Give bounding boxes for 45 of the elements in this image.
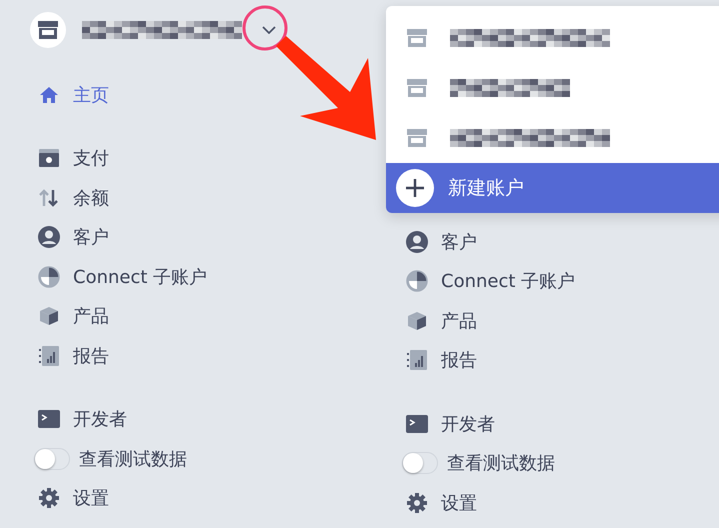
nav-item[interactable]: 支付 bbox=[38, 138, 386, 178]
toggle-row[interactable]: 查看测试数据 bbox=[406, 444, 719, 483]
account-avatar[interactable] bbox=[30, 12, 66, 48]
toggle-switch[interactable] bbox=[34, 448, 70, 470]
nav-item[interactable]: 报告 bbox=[406, 340, 719, 380]
store-icon bbox=[406, 78, 428, 98]
plus-icon bbox=[405, 178, 425, 198]
nav-item[interactable]: 开发者 bbox=[406, 404, 719, 444]
toggle-label: 查看测试数据 bbox=[447, 452, 555, 476]
nav-item[interactable]: 产品 bbox=[406, 301, 719, 340]
pie-icon bbox=[38, 266, 60, 288]
up-down-arrows-icon bbox=[39, 188, 59, 208]
toggle-label: 查看测试数据 bbox=[79, 448, 187, 471]
chevron-down-icon[interactable] bbox=[262, 26, 276, 34]
nav-item[interactable]: 客户 bbox=[406, 222, 719, 262]
settings-icon bbox=[407, 492, 427, 513]
store-icon bbox=[37, 20, 59, 40]
nav-item[interactable]: 余额 bbox=[38, 178, 386, 218]
person-icon bbox=[406, 230, 428, 253]
store-icon bbox=[406, 128, 428, 148]
settings-icon bbox=[39, 488, 59, 508]
home-icon bbox=[39, 84, 59, 105]
nav-item[interactable]: 开发者 bbox=[38, 400, 386, 439]
terminal-icon bbox=[406, 414, 428, 433]
nav-item[interactable]: 设置 bbox=[406, 483, 719, 522]
terminal-icon bbox=[38, 410, 60, 428]
toggle-row[interactable]: 查看测试数据 bbox=[38, 439, 386, 478]
toggle-switch[interactable] bbox=[402, 452, 438, 474]
nav-item[interactable]: 主页 bbox=[38, 75, 386, 114]
nav-item[interactable]: Connect 子账户 bbox=[38, 257, 386, 296]
nav-item[interactable]: 客户 bbox=[38, 218, 386, 257]
box-icon bbox=[407, 310, 427, 331]
new-account-button[interactable]: 新建账户 bbox=[386, 163, 719, 213]
store-icon bbox=[406, 28, 428, 48]
wallet-icon bbox=[39, 149, 59, 168]
pie-icon bbox=[406, 270, 428, 292]
report-icon bbox=[39, 346, 59, 366]
nav-item[interactable]: Connect 子账户 bbox=[406, 262, 719, 301]
nav-item[interactable]: 报告 bbox=[38, 336, 386, 376]
annotation-circle bbox=[241, 4, 289, 52]
person-icon bbox=[38, 226, 60, 248]
box-icon bbox=[39, 306, 59, 326]
nav-item[interactable]: 设置 bbox=[38, 478, 386, 518]
report-icon bbox=[407, 350, 427, 370]
nav-item[interactable]: 产品 bbox=[38, 296, 386, 336]
